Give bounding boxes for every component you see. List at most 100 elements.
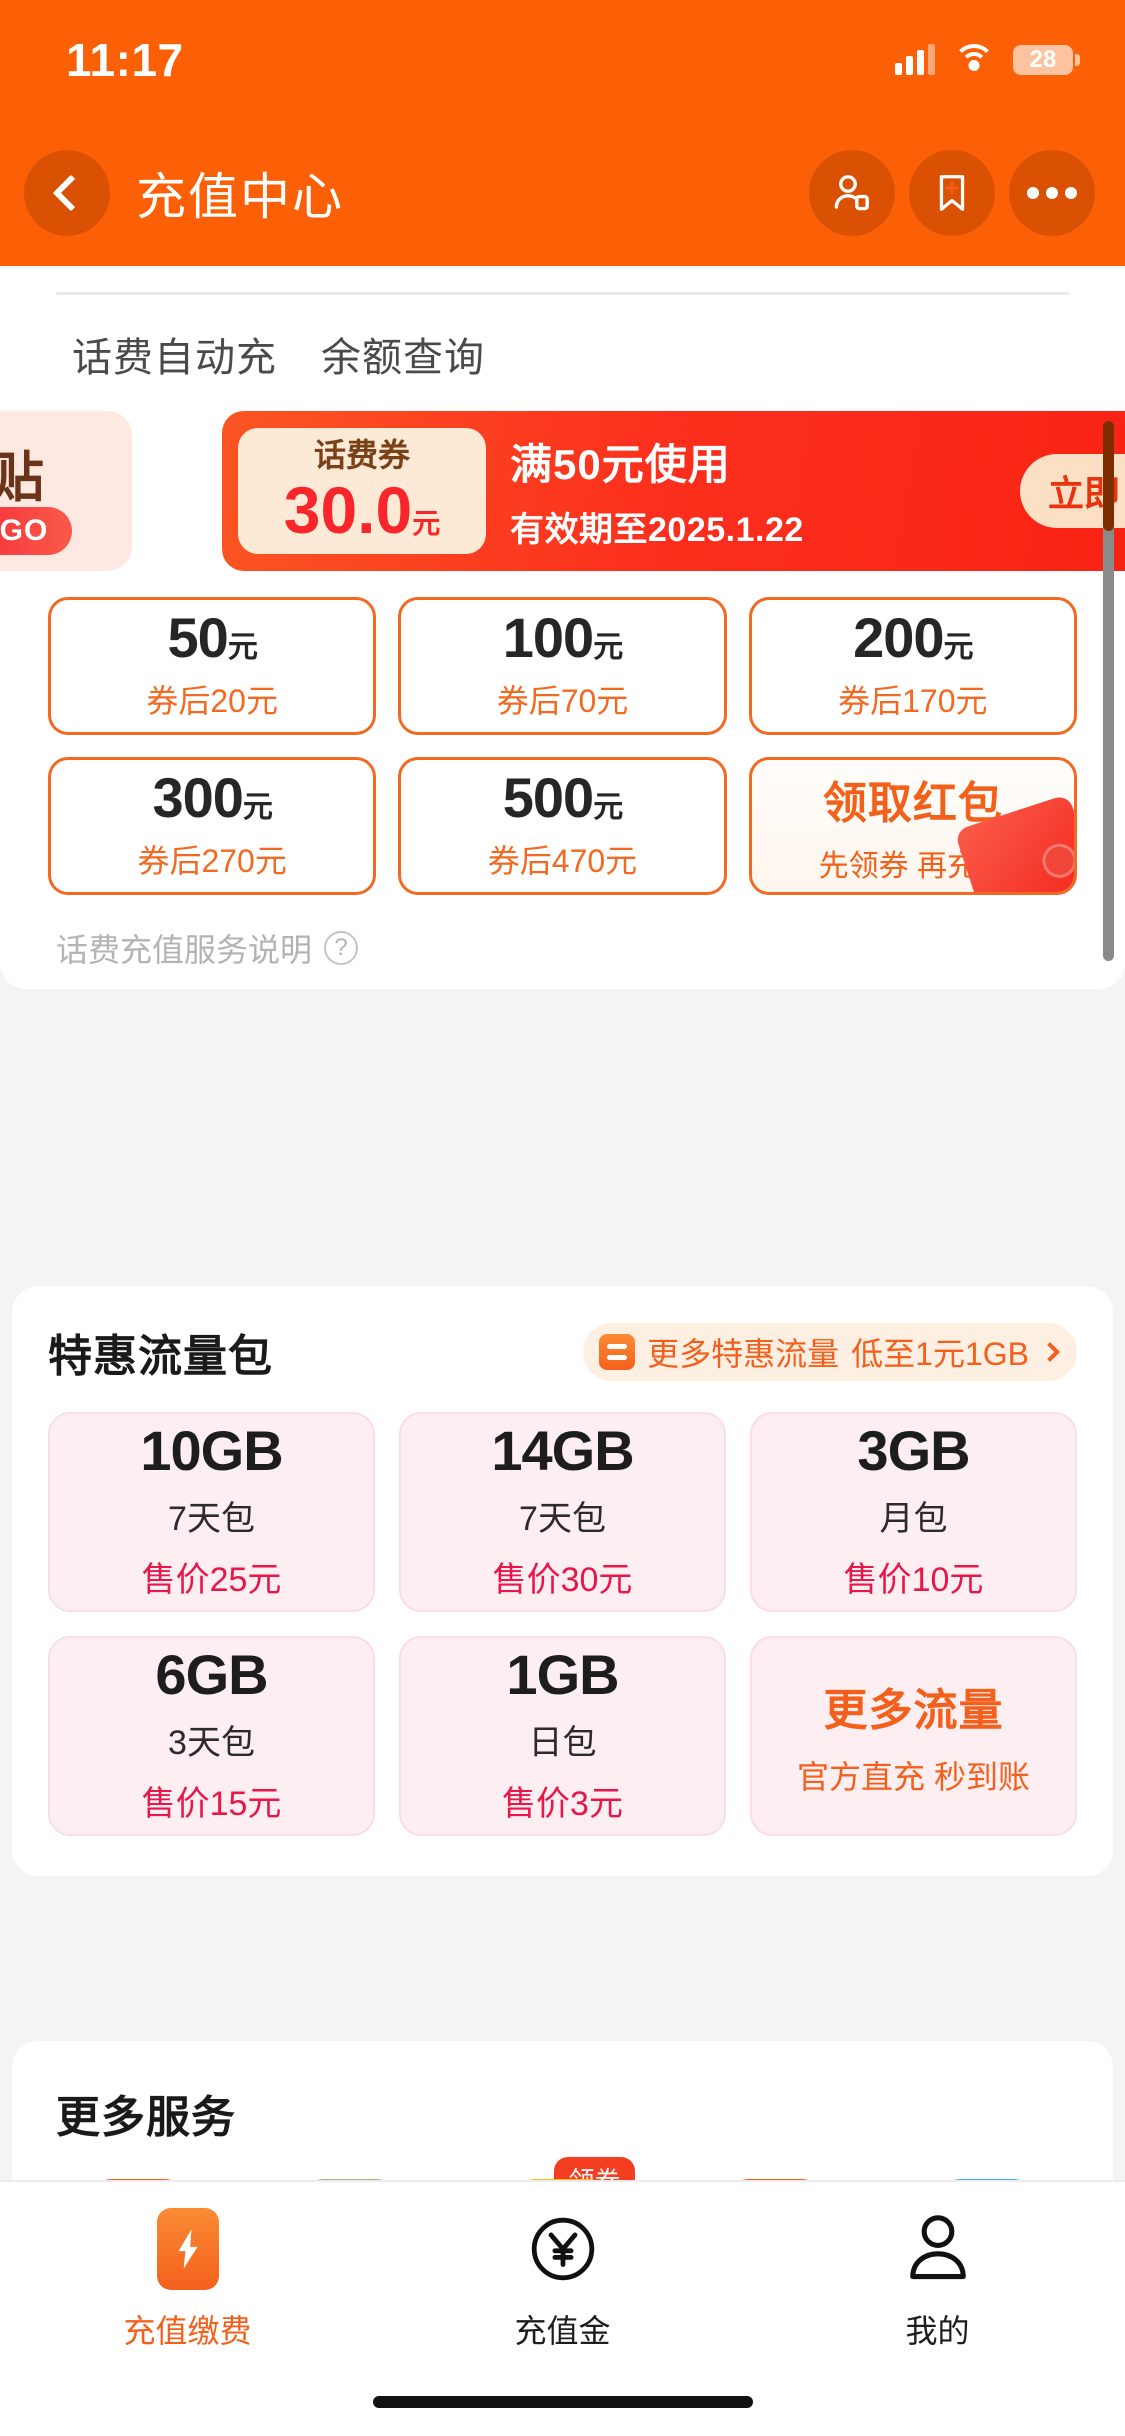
coupon-body: 满50元使用 有效期至2025.1.22 [510,431,804,551]
tab-label: 我的 [905,2313,970,2349]
amount-grid: 50元 券后20元 100元 券后70元 200元 券后170元 300元 券后… [0,571,1125,895]
ticket-icon [599,1334,636,1370]
package-size: 14GB [491,1419,634,1482]
amount-unit: 元 [593,631,623,664]
contact-button[interactable] [809,150,895,236]
package-price: 售价3元 [502,1785,623,1823]
amount-value: 300 [152,766,243,829]
amount-subtext: 券后270元 [137,843,287,879]
person-icon [899,2208,977,2290]
recharge-bolt-icon [156,2208,219,2290]
nav-actions [809,150,1095,236]
more-data-text: 更多特惠流量 [647,1336,840,1372]
status-time: 11:17 [66,34,184,86]
amount-value-wrap: 300元 [152,770,272,826]
cellular-signal-icon [895,44,935,75]
tab-label: 充值金 [514,2313,611,2349]
amount-unit: 元 [943,631,974,664]
package-size: 3GB [857,1419,970,1482]
tab-balance-query[interactable]: 余额查询 [321,325,485,383]
amount-option[interactable]: 300元 券后270元 [48,757,377,895]
status-bar: 11:17 28 [0,0,1125,120]
amount-subtext: 券后70元 [496,683,629,719]
amount-value-wrap: 50元 [168,610,258,666]
contact-icon [834,175,869,211]
red-packet-promo-button[interactable]: 领取红包 先领券 再充值 [748,757,1077,895]
amount-option[interactable]: 200元 券后170元 [748,597,1077,735]
package-price: 售价30元 [492,1561,633,1599]
more-button[interactable] [1009,150,1095,236]
amount-value: 50 [167,606,229,669]
data-package-option[interactable]: 10GB 7天包 售价25元 [48,1412,375,1612]
more-data-option[interactable]: 更多流量 官方直充 秒到账 [750,1636,1077,1836]
yen-circle-icon [524,2208,602,2290]
amount-subtext: 券后20元 [146,683,278,719]
tab-auto-recharge[interactable]: 话费自动充 [72,325,277,383]
carousel-prev-go-button[interactable]: GO [0,507,72,555]
data-package-grid: 10GB 7天包 售价25元 14GB 7天包 售价30元 3GB 月包 售价1… [48,1412,1077,1836]
package-term: 7天包 [168,1500,255,1538]
data-package-card: 特惠流量包 更多特惠流量 低至1元1GB 10GB 7天包 售价25元 14GB… [12,1286,1113,1876]
tab-recharge-payment[interactable]: 充值缴费 [0,2208,375,2352]
red-packet-title: 领取红包 [822,779,1003,828]
data-package-header: 特惠流量包 更多特惠流量 低至1元1GB [48,1320,1077,1384]
page-scroll-area[interactable]: 话费自动充 余额查询 贴 GO 话费券 30.0元 满50元使用 有效期至202… [0,266,1125,2436]
battery-icon: 28 [1013,45,1080,75]
package-price: 售价10元 [843,1561,984,1599]
section-tabs: 话费自动充 余额查询 [0,295,1125,383]
data-package-title: 特惠流量包 [48,1332,273,1381]
coupon-amount-wrap: 30.0元 [284,477,440,543]
more-data-sub: 官方直充 秒到账 [797,1759,1030,1795]
amount-subtext: 券后170元 [838,683,988,719]
package-price: 售价15元 [141,1785,282,1823]
more-data-highlight: 低至1元1GB [851,1336,1029,1372]
more-data-pill[interactable]: 更多特惠流量 低至1元1GB [583,1323,1077,1381]
amount-value: 100 [502,606,594,669]
data-package-option[interactable]: 6GB 3天包 售价15元 [48,1636,375,1836]
data-package-option[interactable]: 14GB 7天包 售价30元 [399,1412,726,1612]
app-root: 11:17 28 充值中心 话费自动充 余额查询 贴 GO 话费券 30.0元 … [0,0,1125,2436]
wifi-icon [953,44,995,76]
package-term: 7天包 [519,1500,606,1538]
coupon-banner[interactable]: 话费券 30.0元 满50元使用 有效期至2025.1.22 立即 [222,411,1125,571]
more-icon [1027,187,1077,199]
more-data-title: 更多流量 [823,1686,1004,1735]
tab-label: 充值缴费 [123,2313,252,2349]
amount-unit: 元 [593,791,623,824]
coupon-carousel[interactable]: 贴 GO 话费券 30.0元 满50元使用 有效期至2025.1.22 立即 [0,411,1125,571]
coupon-ticket-label: 话费券 [313,437,410,473]
data-package-option[interactable]: 3GB 月包 售价10元 [750,1412,1077,1612]
bookmark-icon [939,175,965,211]
coupon-unit: 元 [412,508,441,539]
package-term: 日包 [528,1724,597,1762]
package-price: 售价25元 [141,1561,282,1599]
package-term: 月包 [879,1500,948,1538]
amount-option[interactable]: 500元 券后470元 [398,757,727,895]
tab-recharge-balance[interactable]: 充值金 [375,2208,750,2352]
tab-my-account[interactable]: 我的 [750,2208,1125,2352]
more-services-title: 更多服务 [56,2093,236,2142]
coupon-condition: 满50元使用 [510,441,731,488]
home-indicator [372,2396,753,2408]
question-mark-icon: ? [324,931,359,965]
coupon-validity: 有效期至2025.1.22 [510,511,804,549]
carousel-prev-card[interactable]: 贴 GO [0,411,132,571]
battery-level: 28 [1029,46,1057,73]
data-package-option[interactable]: 1GB 日包 售价3元 [399,1636,726,1836]
amount-value-wrap: 100元 [503,610,623,666]
amount-subtext: 券后470元 [487,843,638,879]
amount-option[interactable]: 100元 券后70元 [398,597,727,735]
carousel-prev-text: 贴 [0,448,44,508]
service-description-link[interactable]: 话费充值服务说明 ? [0,895,1125,971]
package-size: 6GB [155,1643,268,1706]
amount-value: 500 [502,766,594,829]
amount-value-wrap: 200元 [853,610,974,666]
amount-option[interactable]: 50元 券后20元 [48,597,377,735]
package-size: 1GB [506,1643,619,1706]
vertical-scrollbar-thumb[interactable] [1103,421,1114,531]
amount-unit: 元 [227,631,258,664]
back-button[interactable] [24,150,110,236]
chevron-left-icon [52,174,90,212]
service-description-text: 话费充值服务说明 [56,932,313,968]
bookmark-button[interactable] [909,150,995,236]
